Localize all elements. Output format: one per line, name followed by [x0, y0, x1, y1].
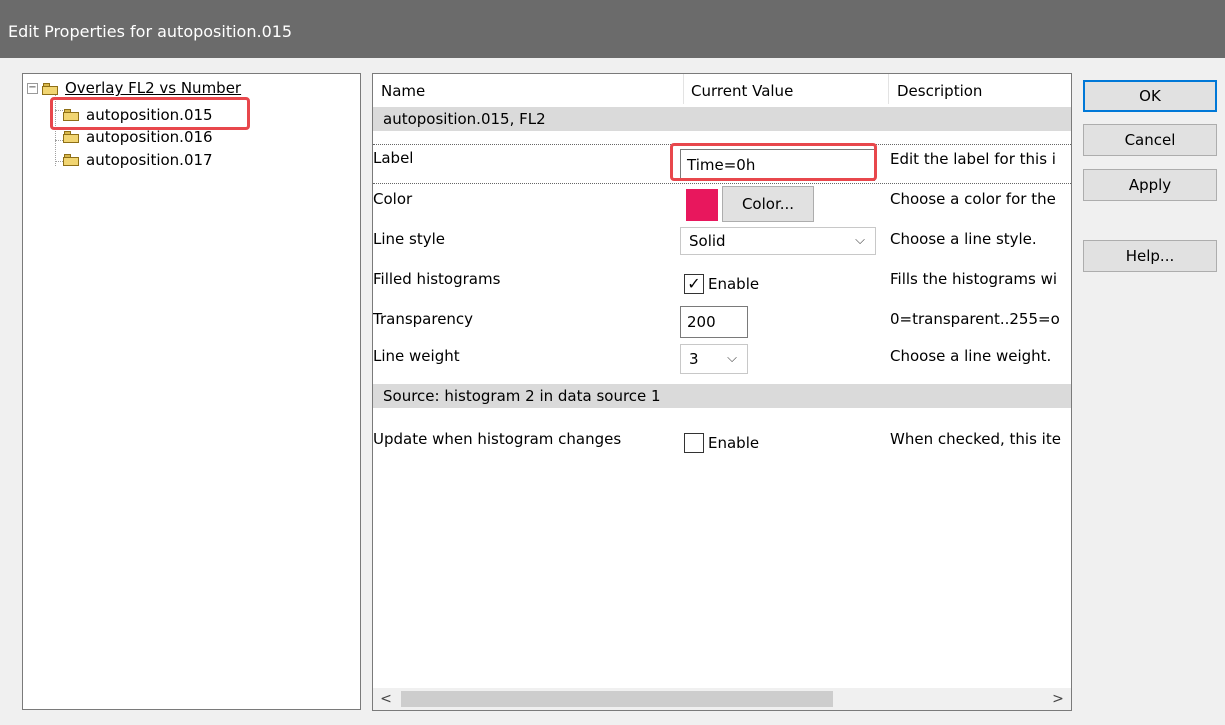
property-name-filled-histograms: Filled histograms	[373, 270, 501, 288]
line-weight-select[interactable]: 3 ⌵	[680, 344, 748, 374]
property-description-transparency: 0=transparent..255=o	[890, 310, 1060, 328]
scroll-right-icon[interactable]: >	[1047, 688, 1069, 710]
property-name-label: Label	[373, 149, 414, 167]
tree-item-label: autoposition.016	[86, 128, 213, 146]
property-description-update: When checked, this ite	[890, 430, 1061, 448]
scrollbar-thumb[interactable]	[401, 691, 833, 707]
tree-panel[interactable]: − Overlay FL2 vs Number autoposition.015…	[22, 73, 361, 710]
chevron-down-icon: ⌵	[855, 233, 865, 248]
tree-item-autoposition-017[interactable]: autoposition.017	[63, 150, 216, 170]
window-titlebar: Edit Properties for autoposition.015	[0, 0, 1225, 58]
section-header-source: Source: histogram 2 in data source 1	[373, 384, 1071, 408]
line-weight-value: 3	[689, 350, 699, 368]
tree-item-autoposition-016[interactable]: autoposition.016	[63, 128, 216, 146]
ok-button[interactable]: OK	[1083, 80, 1217, 112]
folder-icon	[63, 131, 80, 143]
property-description-color: Choose a color for the	[890, 190, 1056, 208]
line-style-value: Solid	[689, 232, 726, 250]
filled-histograms-checkbox[interactable]: ✓	[684, 274, 704, 294]
apply-button[interactable]: Apply	[1083, 169, 1217, 201]
property-description-line-weight: Choose a line weight.	[890, 347, 1052, 365]
transparency-input[interactable]: 200	[680, 306, 748, 338]
update-enable-label: Enable	[708, 434, 760, 452]
color-picker-button[interactable]: Color...	[722, 186, 814, 222]
update-checkbox[interactable]	[684, 433, 704, 453]
property-description-line-style: Choose a line style.	[890, 230, 1037, 248]
column-header-value[interactable]: Current Value	[683, 74, 889, 108]
property-name-update: Update when histogram changes	[373, 430, 622, 448]
label-input-highlight	[670, 143, 877, 181]
help-button[interactable]: Help...	[1083, 240, 1217, 272]
tree-item-label: autoposition.017	[86, 151, 213, 169]
folder-icon	[63, 154, 80, 166]
property-description-filled-histograms: Fills the histograms wi	[890, 270, 1058, 288]
cancel-button[interactable]: Cancel	[1083, 124, 1217, 156]
filled-histograms-enable-label: Enable	[708, 275, 760, 293]
property-name-line-style: Line style	[373, 230, 445, 248]
color-swatch	[686, 189, 718, 221]
line-style-select[interactable]: Solid ⌵	[680, 227, 876, 255]
tree-item-label: Overlay FL2 vs Number	[65, 79, 242, 97]
column-header-description[interactable]: Description	[889, 74, 1071, 108]
property-name-transparency: Transparency	[373, 310, 474, 328]
selected-item-highlight	[50, 97, 250, 130]
property-description-label: Edit the label for this i	[890, 150, 1056, 168]
chevron-down-icon: ⌵	[727, 351, 737, 366]
folder-icon	[42, 83, 59, 95]
horizontal-scrollbar[interactable]: < >	[373, 688, 1071, 710]
property-name-color: Color	[373, 190, 413, 208]
column-header-name[interactable]: Name	[373, 74, 683, 108]
tree-item-root[interactable]: Overlay FL2 vs Number	[42, 77, 244, 99]
property-name-line-weight: Line weight	[373, 347, 460, 365]
section-header-item: autoposition.015, FL2	[373, 107, 1071, 131]
collapse-icon[interactable]: −	[27, 83, 38, 94]
scroll-left-icon[interactable]: <	[375, 688, 397, 710]
checkmark-icon: ✓	[687, 274, 701, 293]
window-title: Edit Properties for autoposition.015	[8, 22, 293, 41]
